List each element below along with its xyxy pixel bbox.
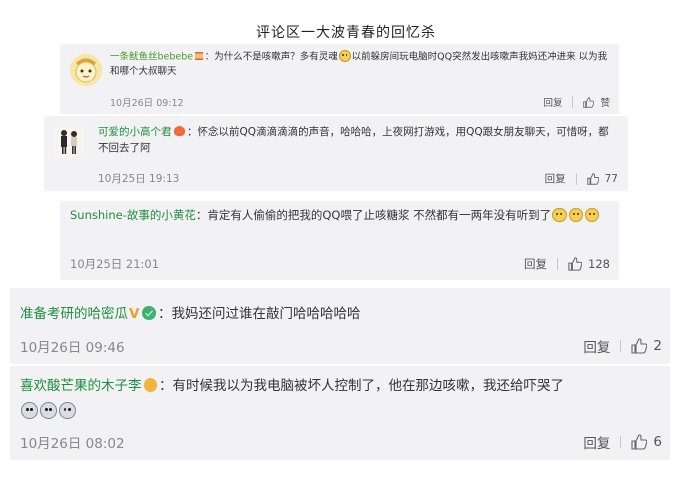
avatar-couple-icon — [54, 126, 84, 156]
thumbs-up-icon — [631, 338, 648, 354]
comment-meta: 10月25日 21:01 回复 128 — [70, 256, 610, 272]
divider — [575, 172, 577, 185]
comment-card: 可爱的小高个君 ：怀念以前QQ滴滴滴滴的声音，哈哈哈，上夜网打游戏，用QQ跟女朋友… — [44, 116, 628, 191]
comment-username[interactable]: 可爱的小高个君 — [98, 126, 172, 138]
thumbs-up-icon — [583, 96, 595, 108]
comment-username[interactable]: 一条鱿鱼丝bebebe — [110, 52, 193, 63]
cry-emoji-icon — [21, 402, 38, 420]
reply-button[interactable]: 回复 — [583, 432, 610, 452]
avatar[interactable] — [70, 54, 102, 86]
comment-text: ：有时候我以为我电脑被坏人控制了，他在那边咳嗽，我还给吓哭了 — [159, 378, 564, 394]
like-button[interactable]: 128 — [568, 257, 610, 271]
comment-time: 10月26日 09:46 — [20, 340, 125, 356]
smile-emoji-icon — [584, 207, 600, 222]
smile-emoji-icon — [338, 50, 351, 62]
comment-username[interactable]: 喜欢酸芒果的木子李 — [20, 378, 142, 394]
reply-button[interactable]: 回复 — [583, 336, 610, 356]
comment-text: ：肯定有人偷偷的把我的QQ喂了止咳糖浆 不然都有一两年没有听到了 — [195, 208, 552, 222]
fire-badge-icon — [173, 125, 186, 137]
cry-emoji-icon — [58, 402, 76, 420]
avatar[interactable] — [54, 126, 84, 156]
comment-body: 可爱的小高个君 ：怀念以前QQ滴滴滴滴的声音，哈哈哈，上夜网打游戏，用QQ跟女朋友… — [98, 124, 618, 157]
smile-emoji-icon — [552, 207, 567, 222]
thumbs-up-icon — [568, 257, 583, 271]
comment-card: 喜欢酸芒果的木子李 ：有时候我以为我电脑被坏人控制了，他在那边咳嗽，我还给吓哭了 … — [10, 366, 670, 460]
medal-icon — [143, 378, 157, 392]
divider — [620, 436, 622, 448]
divider — [572, 96, 574, 108]
comment-time: 10月26日 09:12 — [110, 98, 184, 109]
comment-text: ：我妈还问过谁在敲门哈哈哈哈哈 — [157, 306, 361, 322]
comment-text: ：为什么不是咳嗽声？多有灵魂 — [204, 51, 338, 63]
like-button[interactable]: 6 — [631, 434, 662, 450]
comment-card: 一条鱿鱼丝bebebe ：为什么不是咳嗽声？多有灵魂 以前躲房间玩电脑时QQ突然发出… — [60, 44, 619, 114]
comment-meta: 10月26日 08:02 回复 6 — [20, 432, 662, 452]
comment-meta: 10月26日 09:12 回复 赞 — [110, 95, 610, 109]
reply-button[interactable]: 回复 — [545, 171, 566, 186]
like-button[interactable]: 赞 — [583, 95, 610, 109]
avatar-cartoon-icon — [70, 54, 102, 86]
comment-body: Sunshine-故事的小黄花：肯定有人偷偷的把我的QQ喂了止咳糖浆 不然都有一… — [70, 207, 610, 225]
reply-button[interactable]: 回复 — [524, 256, 547, 272]
comment-card: 准备考研的哈密瓜V ：我妈还问过谁在敲门哈哈哈哈哈 10月26日 09:46 回复… — [10, 288, 670, 364]
reply-button[interactable]: 回复 — [543, 95, 562, 109]
comment-time: 10月25日 21:01 — [70, 257, 160, 271]
comment-body: 喜欢酸芒果的木子李 ：有时候我以为我电脑被坏人控制了，他在那边咳嗽，我还给吓哭了 — [20, 374, 660, 425]
thumbs-up-icon — [586, 172, 599, 185]
like-count: 77 — [604, 172, 618, 185]
comment-time: 10月25日 19:13 — [98, 173, 180, 185]
hourglass-icon — [195, 51, 203, 61]
comment-username[interactable]: 准备考研的哈密瓜 — [20, 306, 128, 322]
cry-emoji-icon — [39, 402, 57, 420]
comment-meta: 10月26日 09:46 回复 2 — [20, 336, 662, 356]
thumbs-up-icon — [631, 434, 648, 450]
comment-time: 10月26日 08:02 — [20, 436, 125, 452]
like-count: 128 — [588, 257, 610, 271]
like-label: 赞 — [600, 98, 610, 109]
like-count: 2 — [653, 338, 662, 354]
smile-emoji-icon — [568, 207, 583, 222]
divider — [620, 340, 622, 352]
like-button[interactable]: 2 — [631, 338, 662, 354]
like-button[interactable]: 77 — [586, 172, 618, 185]
comment-body: 一条鱿鱼丝bebebe ：为什么不是咳嗽声？多有灵魂 以前躲房间玩电脑时QQ突然发出… — [110, 50, 610, 80]
comment-meta: 10月25日 19:13 回复 77 — [98, 171, 618, 186]
like-count: 6 — [653, 434, 662, 450]
comment-body: 准备考研的哈密瓜V ：我妈还问过谁在敲门哈哈哈哈哈 — [20, 304, 660, 325]
vip-v-icon: V — [129, 306, 140, 322]
divider — [557, 258, 559, 270]
verified-icon — [142, 306, 156, 320]
comment-username[interactable]: Sunshine-故事的小黄花 — [70, 208, 196, 222]
page-title: 评论区一大波青春的回忆杀 — [256, 25, 436, 41]
comment-card: Sunshine-故事的小黄花：肯定有人偷偷的把我的QQ喂了止咳糖浆 不然都有一… — [60, 201, 619, 280]
